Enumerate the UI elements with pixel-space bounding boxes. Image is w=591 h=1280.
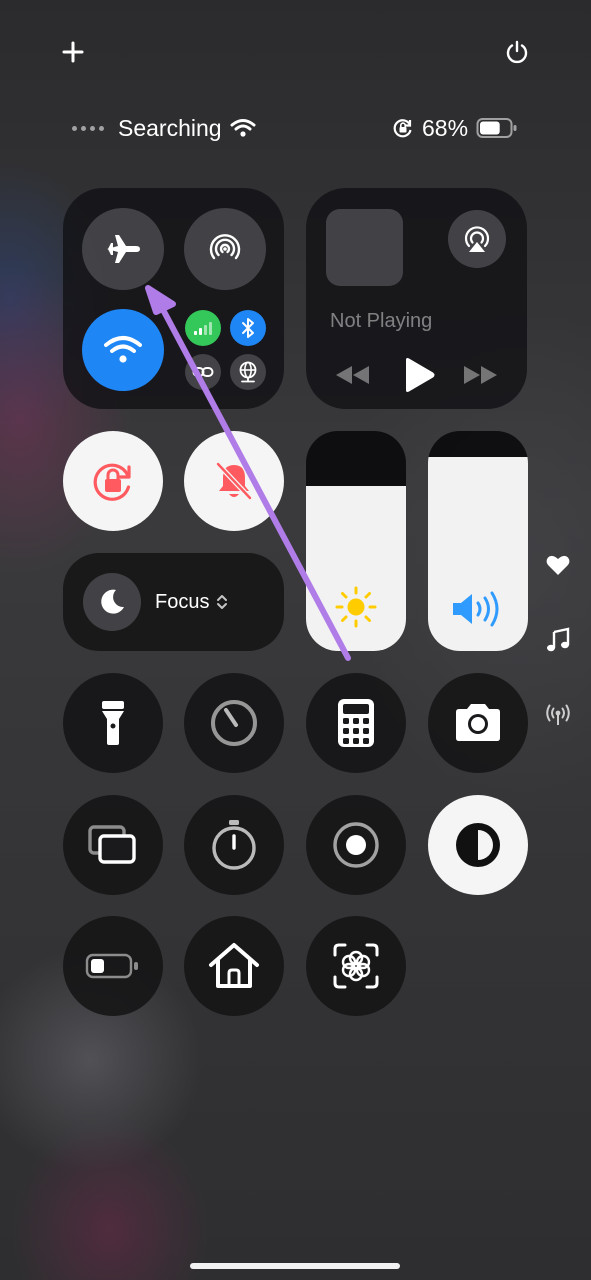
focus-label: Focus (155, 590, 210, 613)
battery-low-icon (85, 953, 138, 979)
bluetooth-icon (242, 318, 254, 338)
wifi-icon (104, 336, 142, 363)
battery-icon (476, 118, 517, 138)
speaker-volume-icon (453, 591, 499, 627)
screen-recording-button[interactable] (306, 795, 406, 895)
silent-mode-button[interactable] (184, 431, 284, 531)
connectivity-page-indicator[interactable] (543, 700, 573, 730)
previous-track-button[interactable] (333, 360, 373, 390)
calculator-icon (338, 699, 374, 747)
moon-icon-badge (83, 573, 141, 631)
scan-flower-icon (333, 943, 379, 989)
battery-status: 68% (392, 114, 518, 142)
focus-button[interactable]: Focus (63, 553, 284, 651)
screen-mirroring-icon (88, 825, 136, 864)
carrier-status-text: Searching (118, 114, 222, 141)
play-icon (406, 358, 435, 392)
hotspot-link-icon (192, 367, 214, 377)
home-button[interactable] (184, 916, 284, 1016)
airplay-button[interactable] (448, 210, 506, 268)
flashlight-button[interactable] (63, 673, 163, 773)
favorites-page-indicator[interactable] (543, 550, 573, 580)
dark-mode-button[interactable] (428, 795, 528, 895)
stopwatch-icon (212, 820, 256, 870)
heart-icon (546, 555, 570, 575)
moon-icon (101, 589, 124, 614)
cellular-status: Searching (72, 114, 256, 142)
music-page-indicator[interactable] (543, 625, 573, 655)
orientation-lock-status-icon (393, 119, 412, 138)
orientation-lock-icon (93, 463, 131, 501)
personal-hotspot-button[interactable] (185, 354, 221, 390)
cellular-data-button[interactable] (185, 310, 221, 346)
recognition-button[interactable] (306, 916, 406, 1016)
stopwatch-button[interactable] (184, 795, 284, 895)
power-icon (506, 40, 528, 64)
next-track-button[interactable] (460, 360, 500, 390)
timer-icon (211, 700, 257, 746)
plus-icon (62, 41, 84, 63)
camera-icon (456, 704, 500, 741)
brightness-slider[interactable] (306, 431, 406, 651)
cellular-bars-icon (194, 322, 212, 335)
album-art-placeholder (326, 209, 403, 286)
play-button[interactable] (399, 355, 439, 395)
low-power-mode-button[interactable] (63, 916, 163, 1016)
airdrop-button[interactable] (184, 208, 266, 290)
airdrop-icon (209, 234, 241, 260)
signal-dots-icon (72, 125, 104, 131)
volume-slider[interactable] (428, 431, 528, 651)
sun-icon (335, 586, 377, 628)
now-playing-status-text: Not Playing (330, 310, 433, 332)
wifi-button[interactable] (82, 309, 164, 391)
airplane-icon (107, 235, 140, 263)
bluetooth-button[interactable] (230, 310, 266, 346)
rewind-icon (336, 366, 369, 384)
music-note-icon (547, 627, 570, 652)
home-indicator[interactable] (190, 1263, 400, 1269)
battery-percent-text: 68% (422, 114, 469, 141)
record-icon (333, 822, 379, 868)
screen-mirroring-button[interactable] (63, 795, 163, 895)
fast-forward-icon (464, 366, 497, 384)
dark-mode-icon (456, 823, 500, 867)
power-button[interactable] (497, 32, 537, 72)
camera-button[interactable] (428, 673, 528, 773)
orientation-lock-button[interactable] (63, 431, 163, 531)
airplay-icon (464, 226, 490, 252)
calculator-button[interactable] (306, 673, 406, 773)
globe-network-icon (239, 361, 257, 383)
flashlight-icon (102, 701, 124, 745)
antenna-icon (546, 704, 570, 725)
vpn-button[interactable] (230, 354, 266, 390)
timer-button[interactable] (184, 673, 284, 773)
chevron-up-down-icon (217, 595, 228, 609)
wifi-status-icon (230, 119, 256, 137)
bell-slash-icon (215, 461, 253, 501)
home-icon (209, 943, 259, 988)
add-control-button[interactable] (53, 32, 93, 72)
airplane-mode-button[interactable] (82, 208, 164, 290)
